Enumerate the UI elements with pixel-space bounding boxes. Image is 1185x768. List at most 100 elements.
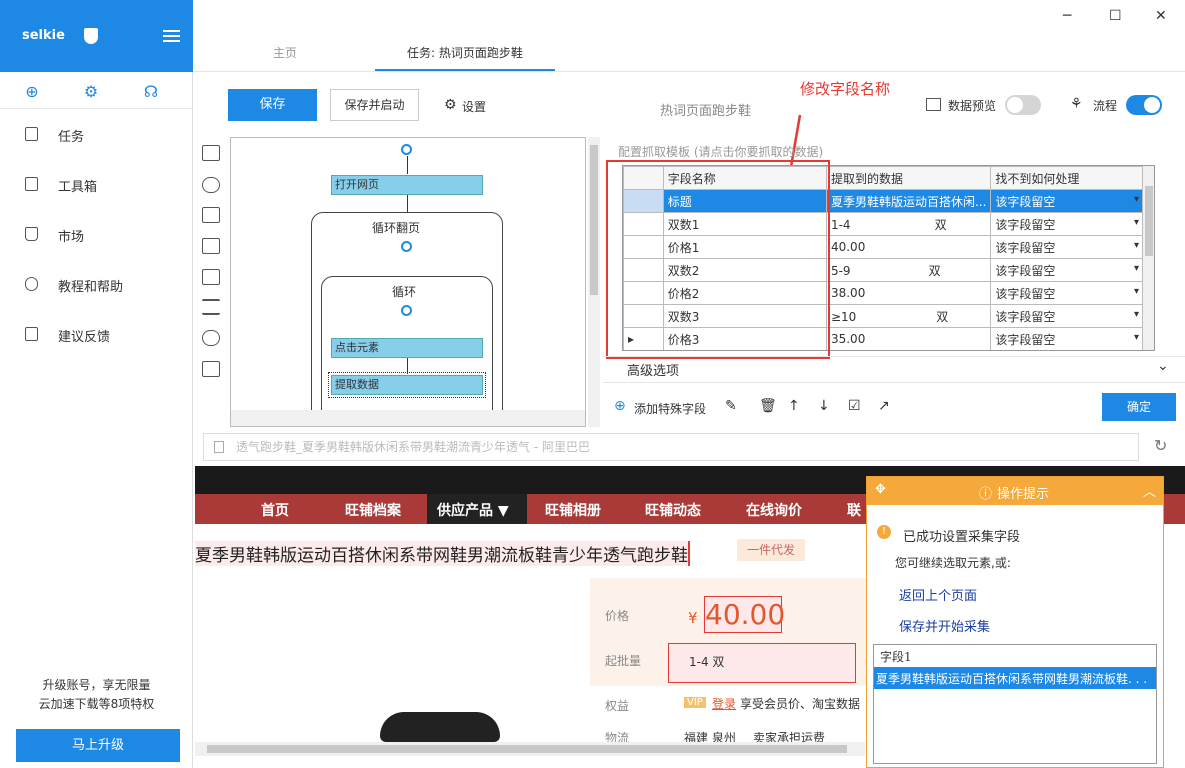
shop-nav-item[interactable]: 供应产品 ▼ (437, 500, 509, 520)
tab-home[interactable]: 主页 (273, 44, 297, 61)
flow-icon: ⚘ (1070, 96, 1083, 112)
url-text: 透气跑步鞋_夏季男鞋韩版休闲系带男鞋潮流青少年透气 - 阿里巴巴 (236, 440, 590, 454)
not-found-dropdown[interactable]: 该字段留空 (990, 189, 1143, 213)
price-value[interactable]: 40.00 (704, 596, 785, 633)
screenshot-icon[interactable] (202, 269, 220, 285)
headset-icon[interactable]: ☊ (141, 82, 161, 102)
shop-nav-item[interactable]: 旺铺动态 (645, 500, 701, 520)
vip-badge: VIP (684, 697, 706, 708)
edit-icon[interactable]: ☑ (848, 398, 861, 414)
flow-node-click[interactable]: 点击元素 (331, 338, 483, 358)
loop-icon[interactable] (202, 330, 220, 346)
shop-nav-item[interactable]: 首页 (261, 500, 289, 520)
not-found-dropdown[interactable]: 该字段留空 (990, 327, 1143, 350)
not-found-dropdown[interactable]: 该字段留空 (990, 212, 1143, 236)
table-vscroll[interactable] (1143, 166, 1154, 350)
url-bar[interactable]: 透气跑步鞋_夏季男鞋韩版休闲系带男鞋潮流青少年透气 - 阿里巴巴 (203, 433, 1139, 461)
move-icon[interactable]: ✥ (875, 482, 886, 497)
ok-button[interactable]: 确定 (1102, 393, 1176, 421)
move-down-icon[interactable]: ↓ (818, 398, 830, 414)
upgrade-text: 升级账号，享无限量 云加速下载等8项特权 (38, 678, 155, 711)
chat-icon (25, 327, 38, 341)
save-button[interactable]: 保存 (228, 89, 317, 121)
price-label: 价格 (605, 609, 630, 623)
upgrade-button[interactable]: 马上升级 (16, 729, 180, 762)
flow-toggle[interactable] (1126, 95, 1162, 115)
close-icon[interactable]: ✕ (1155, 8, 1167, 24)
menu-icon[interactable] (163, 30, 180, 42)
sidebar-item-market[interactable]: 市场 (0, 209, 192, 259)
move-up-icon[interactable]: ↑ (788, 398, 800, 414)
flow-node-extract[interactable]: 提取数据 (328, 372, 486, 398)
settings-button[interactable]: 设置 (462, 98, 486, 115)
price-symbol: ¥ (688, 609, 698, 627)
tab-task[interactable]: 任务: 热词页面跑步鞋 (407, 44, 523, 61)
shop-nav-item[interactable]: 旺铺档案 (345, 500, 401, 520)
field-list[interactable]: 字段1 夏季男鞋韩版运动百搭休闲系带网鞋男潮流板鞋. . . (873, 644, 1157, 764)
list-icon[interactable] (202, 299, 220, 315)
grid-icon (926, 98, 941, 111)
edit-icon[interactable] (202, 238, 220, 254)
upload-icon[interactable] (202, 207, 220, 223)
add-icon[interactable]: ⊕ (22, 82, 42, 102)
field-value-cell: ≥10 双 (825, 304, 992, 328)
gear-icon[interactable]: ⚙ (81, 82, 101, 102)
advanced-options[interactable]: 高级选项 (627, 360, 679, 379)
product-title[interactable]: 夏季男鞋韩版运动百搭休闲系带网鞋男潮流板鞋青少年透气跑步鞋 (195, 541, 690, 566)
batch-value[interactable]: 1-4 双 (668, 643, 856, 683)
flow-hscroll[interactable] (231, 410, 585, 426)
field-value-cell: 40.00 (825, 235, 992, 259)
sidebar-item-feedback[interactable]: 建议反馈 (0, 309, 192, 359)
sidebar-item-toolbox[interactable]: 工具箱 (0, 159, 192, 209)
add-page-icon[interactable] (202, 145, 220, 161)
collapse-icon[interactable]: ︿ (1143, 481, 1156, 500)
data-preview-toggle[interactable] (1005, 95, 1041, 115)
mouse-icon[interactable] (202, 177, 220, 193)
not-found-dropdown[interactable]: 该字段留空 (990, 258, 1143, 282)
maximize-icon[interactable]: ☐ (1109, 8, 1122, 24)
gear-icon[interactable]: ⚙ (444, 97, 457, 113)
flow-vscroll[interactable] (588, 137, 600, 427)
rename-icon[interactable]: ✎ (725, 398, 737, 414)
branch-icon[interactable] (202, 361, 220, 377)
flow-node-open-page[interactable]: 打开网页 (331, 175, 483, 195)
popup-title: 操作提示 (997, 487, 1050, 502)
trash-icon[interactable]: 🗑 (759, 398, 777, 414)
not-found-dropdown[interactable]: 该字段留空 (990, 235, 1143, 259)
back-link[interactable]: 返回上个页面 (899, 585, 977, 604)
field-value-cell: 35.00 (825, 327, 992, 350)
data-preview-label: 数据预览 (948, 99, 997, 113)
success-message: 已成功设置采集字段 (903, 530, 1021, 545)
question-icon (25, 277, 38, 291)
document-icon (25, 127, 38, 141)
sidebar-item-tasks[interactable]: 任务 (0, 109, 192, 159)
column-header: 找不到如何处理 (990, 166, 1143, 190)
loop-page-label: 循环翻页 (372, 221, 421, 235)
shop-nav-item[interactable]: 联 (847, 500, 861, 520)
open-icon[interactable]: ↗ (878, 398, 890, 414)
shop-nav-item[interactable]: 在线询价 (746, 500, 802, 520)
add-special-field[interactable]: 添加特殊字段 (634, 400, 706, 417)
refresh-icon[interactable]: ↻ (1154, 436, 1167, 455)
not-found-dropdown[interactable]: 该字段留空 (990, 304, 1143, 328)
annotation-highlight-box (606, 160, 830, 359)
save-and-run-button[interactable]: 保存并启动 (330, 89, 419, 121)
popup-subtext: 您可继续选取元素,或: (895, 556, 1011, 570)
popup-header[interactable]: ✥ ⓘ 操作提示 ︿ (867, 477, 1163, 505)
chevron-down-icon[interactable]: ⌄ (1157, 358, 1169, 374)
operation-tip-popup: ✥ ⓘ 操作提示 ︿ ! 已成功设置采集字段 您可继续选取元素,或: 返回上个页… (866, 476, 1164, 768)
flow-tools (198, 137, 224, 427)
panel-hint: 配置抓取模板 (请点击你要抓取的数据) (618, 145, 824, 159)
annotation-label: 修改字段名称 (800, 80, 891, 98)
field-list-value[interactable]: 夏季男鞋韩版运动百搭休闲系带网鞋男潮流板鞋. . . (874, 667, 1156, 689)
minimize-icon[interactable]: ─ (1063, 8, 1071, 24)
shop-nav-item[interactable]: 旺铺相册 (545, 500, 601, 520)
save-start-link[interactable]: 保存并开始采集 (899, 616, 990, 635)
web-hscroll[interactable] (195, 742, 865, 756)
login-link[interactable]: 登录 (712, 695, 736, 712)
sidebar-item-help[interactable]: 教程和帮助 (0, 259, 192, 309)
not-found-dropdown[interactable]: 该字段留空 (990, 281, 1143, 305)
brand-name: selkie (22, 28, 65, 43)
toolbox-icon (25, 177, 38, 191)
add-icon[interactable]: ⊕ (614, 398, 626, 414)
